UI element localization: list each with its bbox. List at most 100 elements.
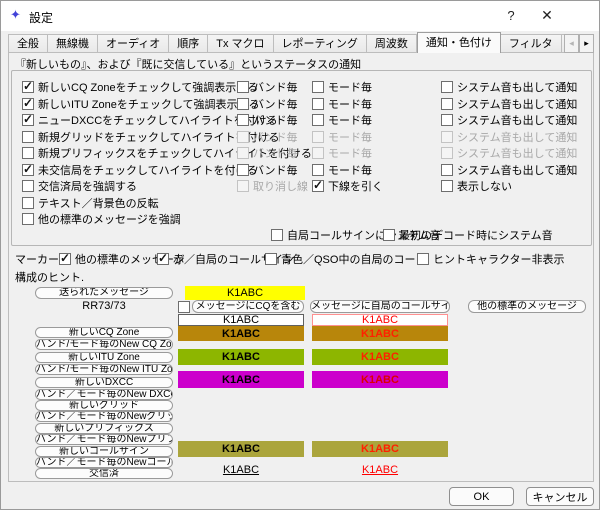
ok-button[interactable]: OK — [449, 487, 514, 506]
tab-5[interactable]: Tx マクロ — [208, 34, 273, 53]
notify-sub-option[interactable]: モード毎 — [312, 162, 372, 178]
checkbox[interactable] — [441, 164, 453, 176]
option-label: 表示しない — [457, 178, 512, 194]
tab-4[interactable]: 順序 — [169, 34, 208, 53]
notify-main-option[interactable]: 他の標準のメッセージを強調 — [22, 211, 181, 227]
marker-option[interactable]: ヒントキャラクター非表示 — [417, 251, 565, 267]
tx-message-color-button[interactable]: 送られたメッセージ — [35, 287, 173, 299]
checkbox[interactable] — [237, 114, 249, 126]
checkbox[interactable] — [441, 114, 453, 126]
checkbox[interactable] — [22, 131, 34, 143]
row-color-button[interactable]: バンド/モード毎のNew CQ Zone — [35, 339, 173, 350]
tab-6[interactable]: レポーティング — [274, 34, 367, 53]
notify-sub-option[interactable]: 下線を引く — [312, 178, 383, 194]
row-color-button[interactable]: 新しいプリフィックス — [35, 423, 173, 434]
notify-sub-option[interactable]: モード毎 — [312, 112, 372, 128]
row-color-button[interactable]: バンド／モード毎のNewプリフィックス — [35, 434, 173, 445]
checkbox[interactable] — [441, 81, 453, 93]
row-color-button[interactable]: 新しいCQ Zone — [35, 327, 173, 338]
window-title: 設定 — [29, 9, 53, 26]
notify-main-option[interactable]: 新しいCQ Zoneをチェックして強調表示する — [22, 79, 258, 95]
checkbox[interactable] — [237, 164, 249, 176]
notify-sub-option[interactable]: バンド毎 — [237, 162, 298, 178]
notify-main-option[interactable]: 未交信局をチェックしてハイライトを付ける — [22, 162, 257, 178]
option-label: モード毎 — [328, 145, 372, 161]
checkbox[interactable] — [237, 81, 249, 93]
notify-sub-option: 取り消し線 — [237, 178, 308, 194]
checkbox[interactable] — [178, 301, 190, 313]
checkbox[interactable] — [271, 229, 283, 241]
column-color-button[interactable]: メッセージに自局のコールサイン — [310, 300, 450, 313]
option-label: バンド毎 — [253, 162, 298, 178]
notify-sub-option[interactable]: システム音も出して通知 — [441, 96, 577, 112]
checkbox[interactable] — [59, 253, 71, 265]
row-color-button[interactable]: バンド／モード毎のNewコールサイン — [35, 457, 173, 468]
checkbox[interactable] — [22, 164, 34, 176]
notify-sub-option[interactable]: 表示しない — [441, 178, 512, 194]
notify-main-option[interactable]: テキスト／背景色の反転 — [22, 195, 159, 211]
checkbox[interactable] — [417, 253, 429, 265]
notify-main-option[interactable]: 交信済局を強調する — [22, 178, 137, 194]
checkbox[interactable] — [22, 213, 34, 225]
checkbox[interactable] — [22, 98, 34, 110]
checkbox[interactable] — [441, 180, 453, 192]
tab-scroller: ◂ ▸ — [564, 34, 594, 53]
row-color-button[interactable]: 交信済 — [35, 468, 173, 479]
notify-sub-option[interactable]: バンド毎 — [237, 96, 298, 112]
row-color-button[interactable]: バンド/モード毎のNew ITU Zone — [35, 364, 173, 375]
tab-9[interactable]: フィルタ — [501, 34, 562, 53]
option-label: システム音も出して通知 — [457, 129, 577, 145]
checkbox[interactable] — [312, 180, 324, 192]
row-color-button[interactable]: 新しいコールサイン — [35, 446, 173, 457]
cancel-button[interactable]: キャンセル — [526, 487, 594, 506]
checkbox[interactable] — [237, 98, 249, 110]
sample-cell-cq-in-message: K1ABC — [312, 314, 448, 326]
notify-sub-option[interactable]: モード毎 — [312, 96, 372, 112]
system-sound-option[interactable]: 最初のデコード時にシステム音 — [383, 227, 553, 243]
notify-sub-option: バンド毎 — [237, 145, 298, 161]
column-color-button[interactable]: メッセージにCQを含む — [192, 300, 304, 313]
checkbox[interactable] — [157, 253, 169, 265]
option-label: バンド毎 — [253, 129, 298, 145]
notify-sub-option[interactable]: システム音も出して通知 — [441, 112, 577, 128]
row-color-button[interactable]: バンド／モード毎のNew DXCC — [35, 389, 173, 400]
notify-sub-option[interactable]: モード毎 — [312, 79, 372, 95]
checkbox[interactable] — [265, 253, 277, 265]
notify-sub-option[interactable]: バンド毎 — [237, 79, 298, 95]
app-icon: ✦ — [10, 8, 21, 22]
checkbox[interactable] — [312, 98, 324, 110]
notify-row: ニューDXCCをチェックしてハイライトを付けるバンド毎モード毎システム音も出して… — [12, 112, 591, 128]
marker-option[interactable]: 青色／QSO中の自局のコールサイ — [265, 251, 415, 267]
tab-7[interactable]: 周波数 — [367, 34, 417, 53]
tab-scroll-right-icon[interactable]: ▸ — [579, 34, 594, 53]
checkbox[interactable] — [383, 229, 395, 241]
tab-scroll-left-icon[interactable]: ◂ — [564, 34, 579, 53]
checkbox[interactable] — [441, 98, 453, 110]
notify-sub-option[interactable]: バンド毎 — [237, 112, 298, 128]
row-color-button[interactable]: 新しいITU Zone — [35, 352, 173, 363]
option-label: システム音も出して通知 — [457, 162, 577, 178]
checkbox[interactable] — [312, 164, 324, 176]
column-color-button[interactable]: 他の標準のメッセージ — [468, 300, 586, 313]
help-button[interactable]: ? — [495, 3, 527, 27]
checkbox[interactable] — [22, 180, 34, 192]
notify-sub-option[interactable]: システム音も出して通知 — [441, 162, 577, 178]
close-icon[interactable]: ✕ — [531, 3, 563, 27]
tab-2[interactable]: 無線機 — [48, 34, 98, 53]
row-color-button[interactable]: 新しいDXCC — [35, 377, 173, 388]
option-label: 新しいITU Zoneをチェックして強調表示する — [38, 96, 260, 112]
checkbox[interactable] — [22, 147, 34, 159]
checkbox[interactable] — [22, 114, 34, 126]
option-label: バンド毎 — [253, 96, 298, 112]
checkbox[interactable] — [312, 114, 324, 126]
row-color-button[interactable]: 新しいグリッド — [35, 400, 173, 411]
row-color-button[interactable]: バンド／モード毎のNewグリッド — [35, 411, 173, 422]
notify-main-option[interactable]: 新しいITU Zoneをチェックして強調表示する — [22, 96, 260, 112]
notify-sub-option[interactable]: システム音も出して通知 — [441, 79, 577, 95]
tab-1[interactable]: 全般 — [8, 34, 48, 53]
checkbox[interactable] — [312, 81, 324, 93]
checkbox[interactable] — [22, 81, 34, 93]
tab-3[interactable]: オーディオ — [98, 34, 169, 53]
tab-8[interactable]: 通知・色付け — [417, 32, 501, 53]
checkbox[interactable] — [22, 197, 34, 209]
